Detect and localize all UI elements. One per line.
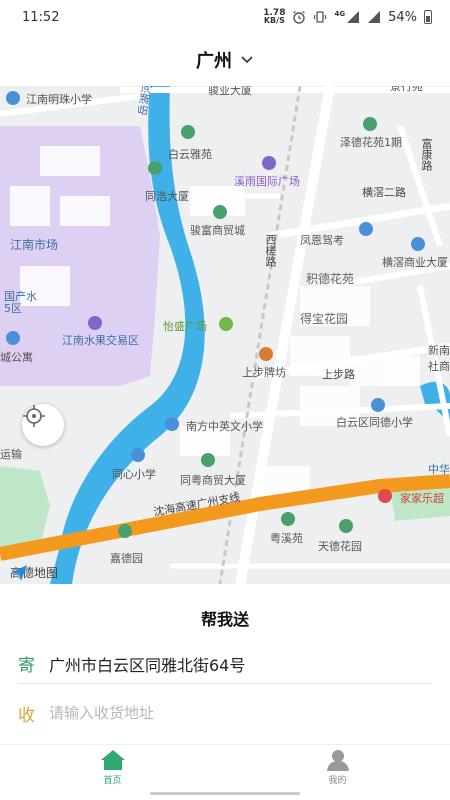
map-label: 骏业大厦 xyxy=(208,86,252,97)
map-label: 天德花园 xyxy=(318,540,362,553)
map-label: 得宝花园 xyxy=(300,312,349,326)
locate-button[interactable] xyxy=(22,404,64,446)
user-icon xyxy=(326,750,349,771)
map-label: 白云区同德小学 xyxy=(336,416,413,429)
chevron-down-icon xyxy=(241,56,253,64)
map-label: 江南水果交易区 xyxy=(62,334,139,347)
home-indicator xyxy=(150,792,300,795)
map-label: 运输 xyxy=(0,448,22,461)
map-label: 景行苑 xyxy=(390,86,423,93)
amap-logo-icon xyxy=(11,565,27,581)
send-tag: 寄 xyxy=(18,656,35,676)
map-label: 城公寓 xyxy=(0,351,33,364)
map-label: 白云雅苑 xyxy=(168,148,212,161)
map-label: 同粤商贸大厦 xyxy=(180,474,246,487)
map-label: 家家乐超 xyxy=(400,492,444,505)
sender-address: 广州市白云区同雅北街64号 xyxy=(49,655,246,675)
map-label: 新南社商 xyxy=(428,344,450,373)
receiver-address-input[interactable] xyxy=(49,704,379,722)
alarm-icon xyxy=(293,11,306,24)
map-label: 同心小学 xyxy=(112,468,156,481)
net-speed-unit: KB/S xyxy=(263,16,285,25)
map-label: 骏富商贸城 xyxy=(190,224,245,237)
net-speed: 1.78 KB/S xyxy=(263,9,285,25)
map-label: 嘉德园 xyxy=(110,552,143,565)
map-label: 粤溪苑 xyxy=(270,532,303,545)
panel-title: 帮我送 xyxy=(200,610,249,629)
recv-tag: 收 xyxy=(18,705,35,726)
tab-mine-label: 我的 xyxy=(328,776,347,786)
home-icon xyxy=(100,750,125,770)
city-selector[interactable]: 广州 xyxy=(0,34,450,86)
amap-logo: 高德地图 xyxy=(10,564,58,581)
map-label: 积德花苑 xyxy=(306,272,355,286)
map-label: 5区 xyxy=(4,302,22,315)
sender-address-row[interactable]: 寄 广州市白云区同雅北街64号 xyxy=(18,644,432,684)
status-icons: 1.78 KB/S 4G 54% xyxy=(263,9,432,25)
map-label: 南方中英文小学 xyxy=(186,420,263,433)
network-type: 4G xyxy=(334,10,346,18)
map-label: 西槎路 xyxy=(264,234,277,267)
map-label: 富康路 xyxy=(420,138,433,171)
map-label: 同浩大厦 xyxy=(145,190,189,203)
battery-percent: 54% xyxy=(388,9,417,25)
map-label: 上步牌坊 xyxy=(242,366,286,379)
city-name: 广州 xyxy=(196,51,232,72)
map-label: 江南市场 xyxy=(10,238,59,252)
map-label: 泽德花苑1期 xyxy=(340,136,402,149)
status-bar: 11:52 1.78 KB/S 4G 54% xyxy=(0,0,450,34)
map-label: 横滘二路 xyxy=(362,186,406,199)
map-label: 溪雨国际广场 xyxy=(234,175,300,188)
locate-crosshair-icon xyxy=(23,405,45,427)
battery-icon xyxy=(424,10,432,24)
vibrate-icon xyxy=(314,11,327,23)
receiver-address-row[interactable]: 收 xyxy=(18,696,432,730)
map-view[interactable]: 江南明珠小学 骏业大厦 景行苑 白云雅苑 泽德花苑1期 富康路 溪雨国际广场 同… xyxy=(0,86,450,584)
status-time: 11:52 xyxy=(22,9,60,25)
map-label: 横滘商业大厦 xyxy=(382,256,448,269)
map-label: 上步路 xyxy=(322,368,355,381)
tab-home-label: 首页 xyxy=(103,776,122,786)
map-label: 凤恩驾考 xyxy=(300,234,344,247)
map-label: 江南明珠小学 xyxy=(26,93,92,106)
signal-icon xyxy=(347,11,360,23)
map-label: 怡盛广场 xyxy=(163,320,207,333)
map-label: 中华 xyxy=(428,463,450,476)
signal-icon-2 xyxy=(368,11,381,23)
delivery-panel: 帮我送 寄 广州市白云区同雅北街64号 收 xyxy=(0,584,450,744)
